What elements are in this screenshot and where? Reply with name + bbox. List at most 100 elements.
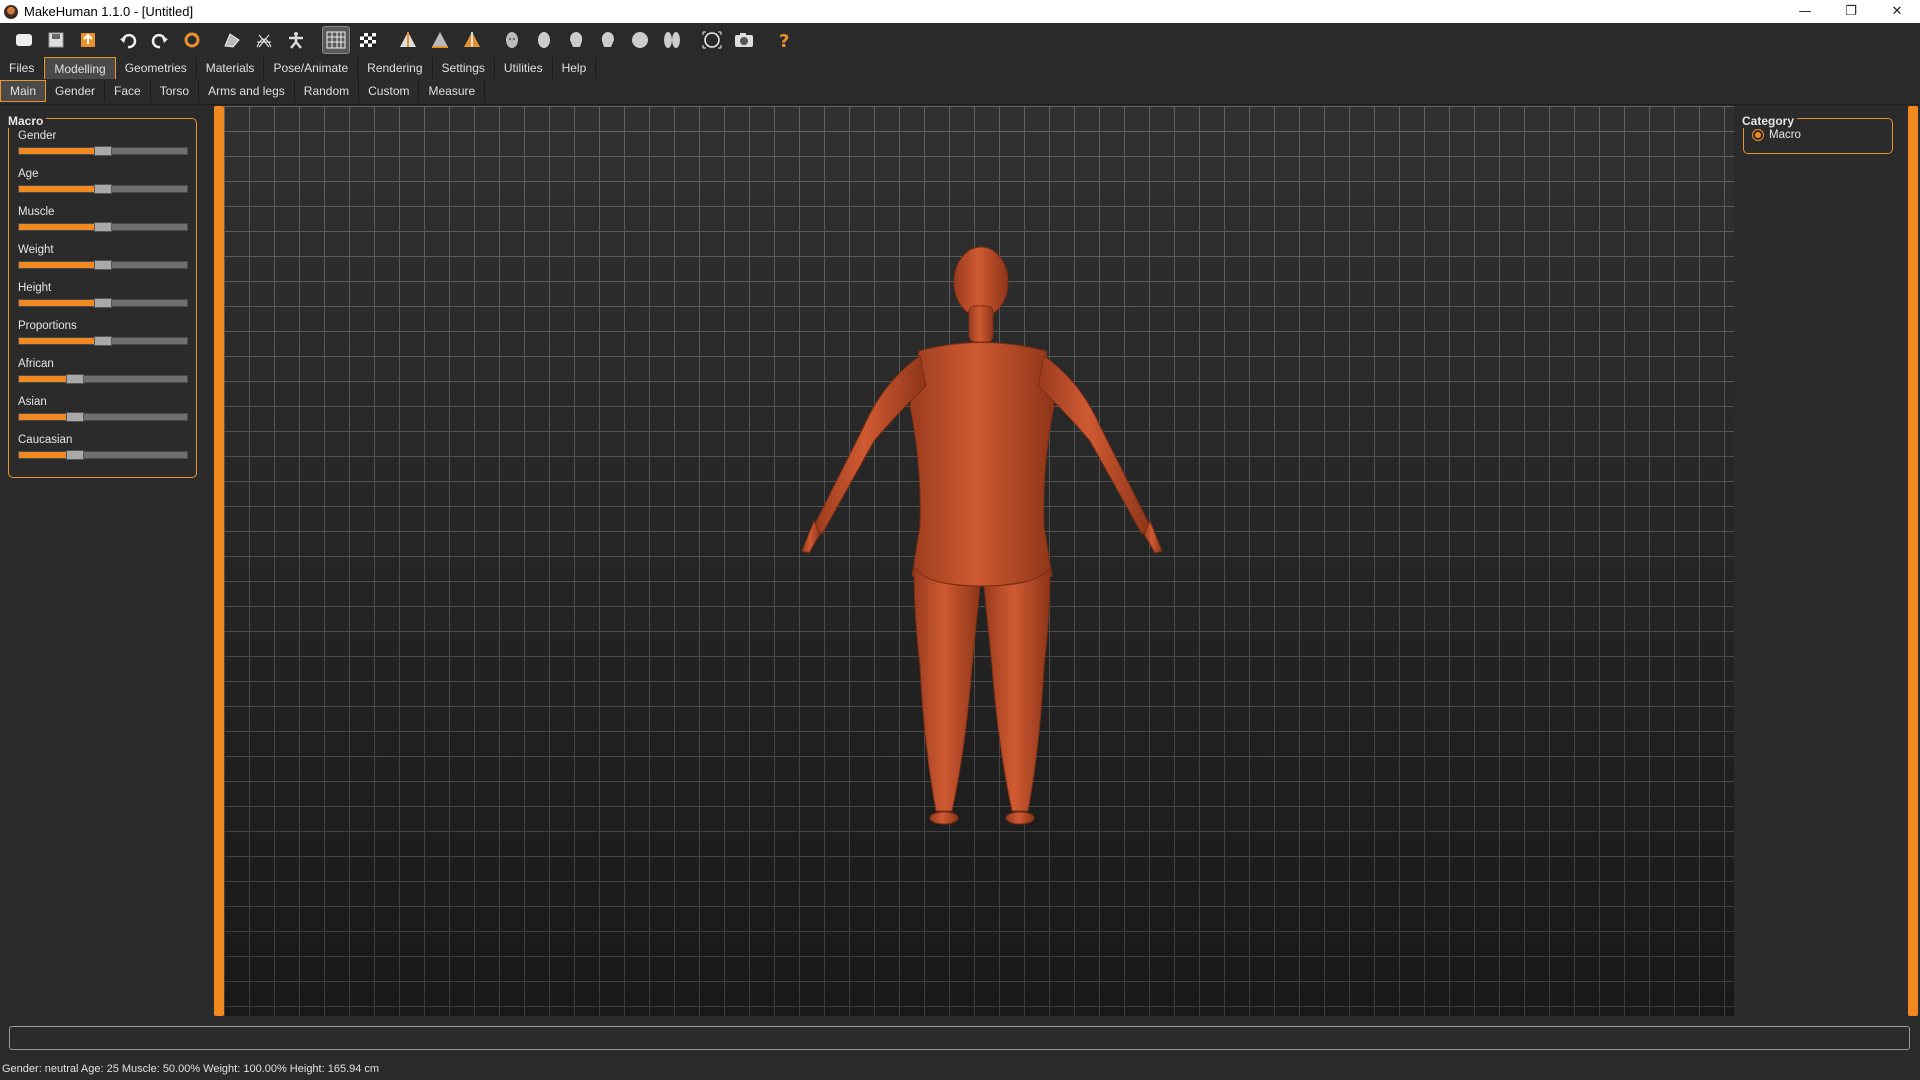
subtab-face[interactable]: Face xyxy=(105,80,151,102)
save-icon[interactable] xyxy=(42,26,70,54)
slider-label: Proportions xyxy=(18,320,77,332)
checker-icon[interactable] xyxy=(354,26,382,54)
slider-asian: Asian xyxy=(18,396,190,422)
tab-files[interactable]: Files xyxy=(0,57,45,79)
slider-label: Weight xyxy=(18,244,54,256)
subtab-main[interactable]: Main xyxy=(0,80,47,102)
human-model xyxy=(801,246,1163,825)
back-view-icon[interactable] xyxy=(426,26,454,54)
slider-weight: Weight xyxy=(18,244,190,270)
tab-help[interactable]: Help xyxy=(552,57,597,79)
status-bar: Gender: neutral Age: 25 Muscle: 50.00% W… xyxy=(2,1063,380,1075)
head-front-icon[interactable] xyxy=(498,26,526,54)
wireframe-icon[interactable] xyxy=(250,26,278,54)
reset-camera-icon[interactable] xyxy=(698,26,726,54)
3d-viewport[interactable] xyxy=(224,106,1734,1016)
subtab-measure[interactable]: Measure xyxy=(419,80,486,102)
slider-handle[interactable] xyxy=(94,336,112,346)
slider-label: Muscle xyxy=(18,206,55,218)
command-input[interactable] xyxy=(9,1026,1910,1050)
slider-gender: Gender xyxy=(18,130,190,156)
tab-utilities[interactable]: Utilities xyxy=(494,57,553,79)
slider-track[interactable] xyxy=(18,184,188,194)
category-option-label: Macro xyxy=(1769,129,1801,141)
export-icon[interactable] xyxy=(74,26,102,54)
subtab-arms-and-legs[interactable]: Arms and legs xyxy=(199,80,295,102)
slider-fill xyxy=(19,300,103,306)
slider-fill xyxy=(19,186,103,192)
slider-track[interactable] xyxy=(18,260,188,270)
macro-panel-title: Macro xyxy=(8,114,47,128)
category-radio-macro[interactable]: Macro xyxy=(1752,129,1801,141)
slider-age: Age xyxy=(18,168,190,194)
slider-handle[interactable] xyxy=(65,412,84,422)
slider-track[interactable] xyxy=(18,450,188,460)
reset-icon[interactable] xyxy=(178,26,206,54)
subtab-custom[interactable]: Custom xyxy=(359,80,420,102)
slider-handle[interactable] xyxy=(65,450,84,460)
slider-track[interactable] xyxy=(18,146,188,156)
head-left-icon[interactable] xyxy=(562,26,590,54)
right-scrollbar[interactable] xyxy=(1908,106,1918,1016)
head-right-icon[interactable] xyxy=(594,26,622,54)
slider-fill xyxy=(19,148,103,154)
radio-selected-icon[interactable] xyxy=(1752,129,1764,141)
grid-icon[interactable] xyxy=(322,26,350,54)
slider-fill xyxy=(19,224,103,230)
slider-handle[interactable] xyxy=(94,222,112,232)
slider-track[interactable] xyxy=(18,222,188,232)
sub-tabs: Main Gender Face Torso Arms and legs Random Cu… xyxy=(0,80,1920,105)
pose-icon[interactable] xyxy=(282,26,310,54)
slider-label: Gender xyxy=(18,130,57,142)
help-icon[interactable]: ? xyxy=(770,26,798,54)
toolbar: ? xyxy=(0,23,1920,57)
slider-height: Height xyxy=(18,282,190,308)
slider-label: African xyxy=(18,358,54,370)
left-scrollbar[interactable] xyxy=(214,106,224,1016)
app-icon xyxy=(4,4,18,19)
slider-label: Age xyxy=(18,168,39,180)
front-view-icon[interactable] xyxy=(394,26,422,54)
head-side-icon[interactable] xyxy=(530,26,558,54)
close-icon[interactable]: ✕ xyxy=(1874,0,1920,23)
minimize-icon[interactable]: — xyxy=(1782,0,1828,23)
tab-materials[interactable]: Materials xyxy=(196,57,265,79)
side-view-icon[interactable] xyxy=(458,26,486,54)
subtab-torso[interactable]: Torso xyxy=(151,80,200,102)
head-top-icon[interactable] xyxy=(626,26,654,54)
slider-track[interactable] xyxy=(18,298,188,308)
redo-icon[interactable] xyxy=(146,26,174,54)
slider-handle[interactable] xyxy=(94,260,112,270)
window-title: MakeHuman 1.1.0 - [Untitled] xyxy=(24,4,194,19)
tab-modelling[interactable]: Modelling xyxy=(44,57,116,79)
slider-track[interactable] xyxy=(18,412,188,422)
slider-handle[interactable] xyxy=(94,146,112,156)
slider-track[interactable] xyxy=(18,336,188,346)
slider-handle[interactable] xyxy=(94,298,112,308)
tab-geometries[interactable]: Geometries xyxy=(115,57,197,79)
slider-track[interactable] xyxy=(18,374,188,384)
svg-text:?: ? xyxy=(779,31,789,50)
slider-muscle: Muscle xyxy=(18,206,190,232)
tab-pose-animate[interactable]: Pose/Animate xyxy=(264,57,359,79)
title-bar: MakeHuman 1.1.0 - [Untitled] — ❐ ✕ xyxy=(0,0,1920,23)
restore-icon[interactable]: ❐ xyxy=(1828,0,1874,23)
slider-fill xyxy=(19,338,103,344)
subtab-gender[interactable]: Gender xyxy=(46,80,106,102)
screenshot-icon[interactable] xyxy=(730,26,758,54)
new-file-icon[interactable] xyxy=(10,26,38,54)
slider-fill xyxy=(19,262,103,268)
tab-settings[interactable]: Settings xyxy=(432,57,495,79)
slider-label: Caucasian xyxy=(18,434,73,446)
undo-icon[interactable] xyxy=(114,26,142,54)
slider-handle[interactable] xyxy=(94,184,112,194)
head-back-icon[interactable] xyxy=(658,26,686,54)
subtab-random[interactable]: Random xyxy=(295,80,360,102)
slider-african: African xyxy=(18,358,190,384)
slider-caucasian: Caucasian xyxy=(18,434,190,460)
category-panel-title: Category xyxy=(1742,114,1798,128)
tab-rendering[interactable]: Rendering xyxy=(358,57,433,79)
main-tabs: Files Modelling Geometries Materials Pose/An… xyxy=(0,57,597,80)
smooth-icon[interactable] xyxy=(218,26,246,54)
slider-handle[interactable] xyxy=(65,374,84,384)
